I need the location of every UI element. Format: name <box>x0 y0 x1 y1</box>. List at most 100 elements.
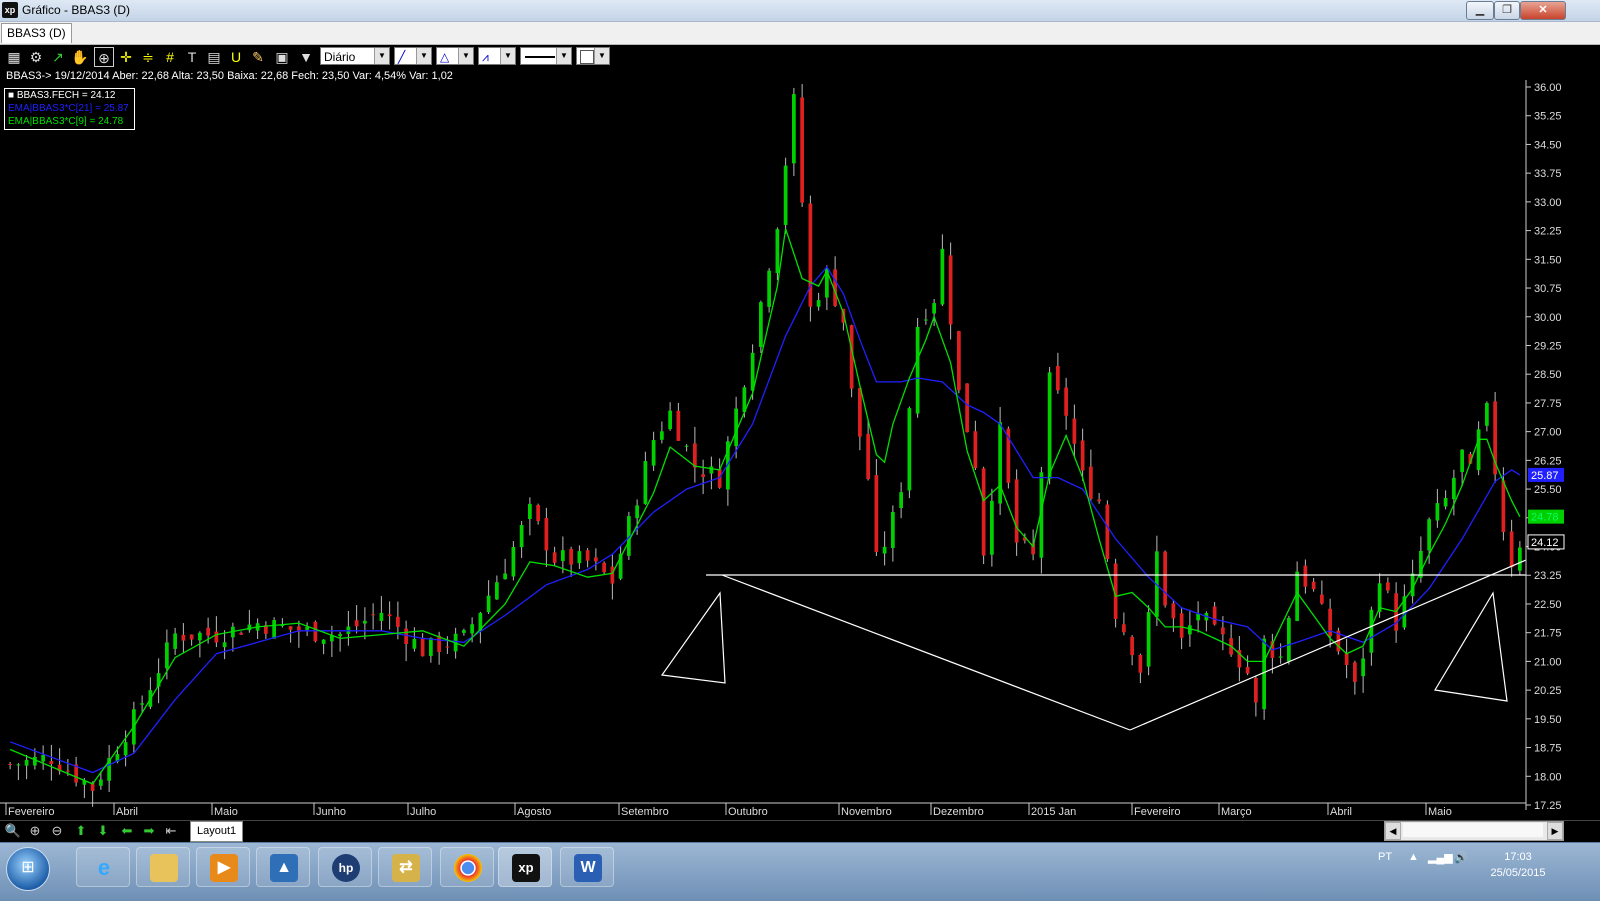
grid-icon[interactable]: # <box>160 47 180 67</box>
maximize-button[interactable]: ❐ <box>1494 1 1520 20</box>
y-tick-label: 36.00 <box>1534 82 1562 94</box>
search-icon[interactable]: 🔍 <box>4 822 22 840</box>
text-icon[interactable]: T <box>182 47 202 67</box>
fan-tool-select[interactable]: ⩘ ▼ <box>478 47 516 65</box>
scroll-thumb[interactable] <box>1403 823 1543 837</box>
tray-expand-icon[interactable]: ▲ <box>1408 851 1419 863</box>
volume-icon[interactable]: 🔊 <box>1454 851 1468 864</box>
horizontal-scrollbar[interactable]: ◀ ▶ <box>1384 821 1564 841</box>
price-chart[interactable]: 36.00 35.25 34.50 33.75 33.00 32.25 31.50 30.75… <box>0 70 1600 820</box>
magnet-icon[interactable]: U <box>226 47 246 67</box>
y-tick-label: 18.00 <box>1534 771 1562 783</box>
taskbar-media[interactable]: ▶ <box>196 847 250 887</box>
fibonacci-icon[interactable]: ≑ <box>138 47 158 67</box>
candle-body <box>536 505 540 521</box>
arrow-left-icon[interactable]: ⬅ <box>118 822 136 840</box>
x-tick-label: Março <box>1221 806 1252 818</box>
candle-body <box>495 582 499 600</box>
scroll-right-icon[interactable]: ▶ <box>1547 822 1563 840</box>
candle-body <box>676 410 681 441</box>
clipboard-icon[interactable]: ▣ <box>272 47 292 67</box>
start-button[interactable]: ⊞ <box>6 847 50 891</box>
taskbar-xp[interactable]: xp <box>498 847 552 887</box>
candle-body <box>379 612 384 621</box>
scroll-left-icon[interactable]: ◀ <box>1385 822 1401 840</box>
taskbar-chrome[interactable] <box>440 847 494 887</box>
gear-icon[interactable]: ⚙ <box>26 47 46 67</box>
y-tick-label: 33.75 <box>1534 168 1562 180</box>
taskbar-ie[interactable]: e <box>76 847 130 887</box>
x-tick-label: Novembro <box>841 806 892 818</box>
trend-icon[interactable]: ↗ <box>48 47 68 67</box>
candle-body <box>239 632 243 635</box>
language-indicator[interactable]: PT <box>1378 851 1392 863</box>
shape-tool-select[interactable]: △ ▼ <box>436 47 474 65</box>
hand-icon[interactable]: ✋ <box>70 47 90 67</box>
jump-start-icon[interactable]: ⇤ <box>162 822 180 840</box>
price-tag-label: 24.78 <box>1531 512 1559 524</box>
candle-body <box>387 614 392 617</box>
taskbar-app[interactable]: ▲ <box>256 847 310 887</box>
zoom-out-icon[interactable]: ⊖ <box>48 822 66 840</box>
chart-tabbar: BBAS3 (D) <box>0 22 1600 45</box>
close-button[interactable]: ✕ <box>1520 1 1566 20</box>
candle-body <box>338 634 342 637</box>
candle-body <box>932 303 936 314</box>
tab-bbas3-daily[interactable]: BBAS3 (D) <box>1 23 72 43</box>
arrow-right-icon[interactable]: ➡ <box>140 822 158 840</box>
candle-body <box>396 616 400 627</box>
network-icon[interactable]: ▂▄▆ <box>1428 851 1453 864</box>
minimize-button[interactable]: ▁ <box>1466 1 1494 20</box>
layout-tab[interactable]: Layout1 <box>190 821 244 842</box>
candle-body <box>899 492 903 509</box>
chevron-down-icon: ▼ <box>416 48 431 64</box>
candle-body <box>643 461 648 504</box>
candle-body <box>544 517 549 551</box>
x-tick-label: Abril <box>116 806 138 818</box>
candle-body <box>1212 606 1217 625</box>
candle-body <box>41 755 45 762</box>
period-select[interactable]: Diário ▼ <box>320 47 390 65</box>
candle-body <box>1072 418 1077 444</box>
crosshair-icon[interactable]: ✛ <box>116 47 136 67</box>
zoom-in-icon[interactable]: ⊕ <box>26 822 44 840</box>
candle-body <box>189 634 194 640</box>
candle-body <box>1460 449 1464 473</box>
candle-body <box>1386 582 1390 591</box>
price-tag-label: 24.12 <box>1531 537 1559 549</box>
candle-body <box>1138 654 1143 673</box>
y-tick-label: 35.25 <box>1534 111 1562 123</box>
arrow-down-icon[interactable]: ⬇ <box>94 822 112 840</box>
candle-body <box>882 546 887 554</box>
line-tool-select[interactable]: ╱ ▼ <box>394 47 432 65</box>
taskbar-word[interactable]: W <box>560 847 614 887</box>
y-tick-label: 30.75 <box>1534 283 1562 295</box>
y-tick-label: 21.75 <box>1534 628 1562 640</box>
y-tick-label: 28.50 <box>1534 369 1562 381</box>
candle-body <box>1361 658 1365 677</box>
arrow-up-icon[interactable]: ⬆ <box>72 822 90 840</box>
windows-logo-icon: ⊞ <box>21 859 35 876</box>
calculator-icon[interactable]: ▤ <box>204 47 224 67</box>
legend-ema21: EMA|BBAS3*C[21] = 25.87 <box>8 103 129 114</box>
filter-icon[interactable]: ▼ <box>296 47 316 67</box>
chart-type-icon[interactable]: ▦ <box>4 47 24 67</box>
chart-toolbar: ▦ ⚙ ↗ ✋ ⊕ ✛ ≑ # T ▤ U ✎ ▣ ▼ Diário ▼ ╱ ▼… <box>0 45 1600 69</box>
axes-layer: 36.00 35.25 34.50 33.75 33.00 32.25 31.50 30.75… <box>0 80 1565 818</box>
y-tick-label: 25.50 <box>1534 484 1562 496</box>
taskbar-explorer[interactable] <box>136 847 190 887</box>
candle-body <box>1476 429 1481 471</box>
candle-body <box>998 422 1002 504</box>
taskbar-hp[interactable]: hp <box>318 847 372 887</box>
candle-body <box>1278 656 1283 658</box>
line-style-select[interactable]: ▼ <box>520 47 572 65</box>
candle-body <box>206 627 210 636</box>
zoom-area-icon[interactable]: ⊕ <box>94 47 114 67</box>
taskbar-sync[interactable]: ⇄ <box>378 847 432 887</box>
eraser-icon[interactable]: ✎ <box>248 47 268 67</box>
candle-body <box>1443 497 1448 507</box>
candle-body <box>759 302 763 347</box>
internet-explorer-icon: e <box>97 855 111 880</box>
taskbar-clock[interactable]: 17:03 25/05/2015 <box>1472 849 1564 881</box>
color-select[interactable]: ▼ <box>576 47 610 65</box>
